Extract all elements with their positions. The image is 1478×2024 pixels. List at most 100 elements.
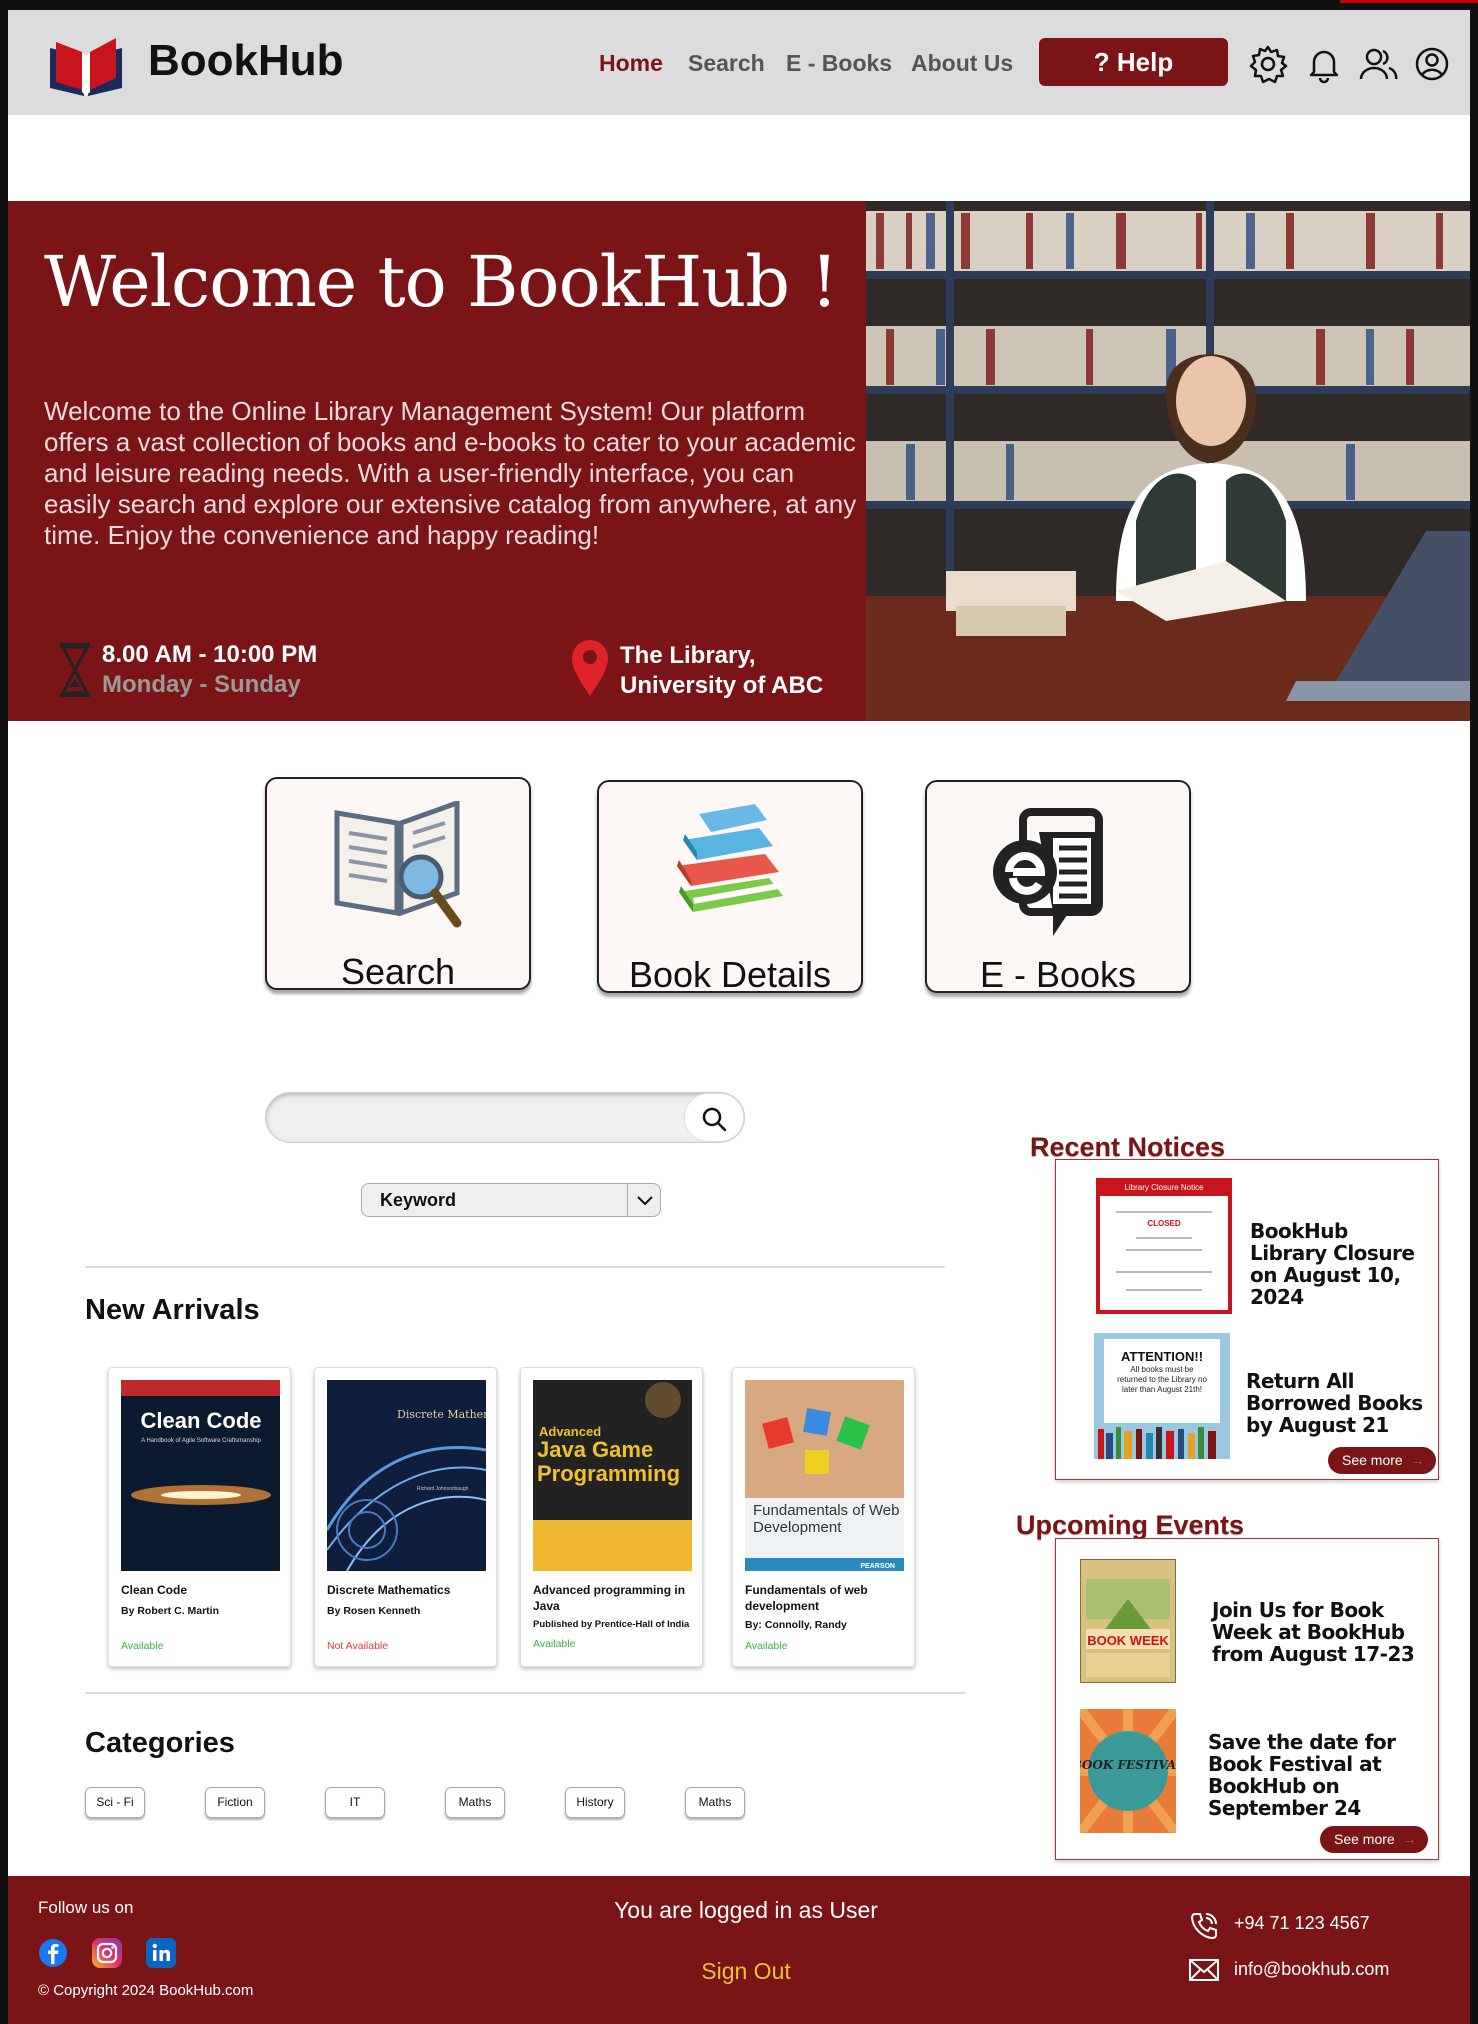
categories-title: Categories bbox=[85, 1727, 235, 1759]
attention-notice-poster[interactable]: ATTENTION!! All books must be returned t… bbox=[1094, 1333, 1230, 1459]
book-author: By Rosen Kenneth bbox=[327, 1605, 421, 1617]
user-profile-icon[interactable] bbox=[1412, 44, 1452, 84]
top-accent-line bbox=[1340, 0, 1478, 3]
arrow-right-icon: → bbox=[1402, 1831, 1417, 1847]
cover-title: Clean Code bbox=[140, 1408, 261, 1433]
search-filter-select[interactable]: Keyword bbox=[361, 1183, 661, 1217]
event-text-book-week[interactable]: Join Us for Book Week at BookHub from Au… bbox=[1212, 1599, 1432, 1665]
search-icon bbox=[702, 1107, 727, 1132]
location-pin-icon bbox=[572, 640, 608, 696]
book-logo-icon[interactable] bbox=[46, 34, 126, 98]
category-maths[interactable]: Maths bbox=[445, 1787, 505, 1818]
divider bbox=[85, 1692, 965, 1694]
book-title: Fundamentals of web development bbox=[745, 1583, 868, 1613]
search-button[interactable] bbox=[684, 1093, 744, 1142]
logged-in-status: You are logged in as User bbox=[614, 1897, 878, 1923]
see-more-label: See more bbox=[1334, 1831, 1395, 1847]
nav-ebooks[interactable]: E - Books bbox=[786, 50, 892, 77]
see-more-label: See more bbox=[1342, 1452, 1403, 1468]
book-status: Available bbox=[745, 1640, 788, 1652]
book-title: Discrete Mathematics bbox=[327, 1583, 451, 1597]
hero-panel: Welcome to BookHub ! Welcome to the Onli… bbox=[8, 201, 866, 721]
brand-name[interactable]: BookHub bbox=[148, 36, 344, 86]
location-line-1: The Library, bbox=[620, 642, 756, 669]
linkedin-icon[interactable] bbox=[146, 1938, 176, 1968]
phone-icon bbox=[1190, 1913, 1217, 1940]
feature-label-search: Search bbox=[340, 951, 456, 992]
cover-title: Discrete Mathematics bbox=[397, 1408, 486, 1421]
mail-icon bbox=[1189, 1959, 1219, 1981]
category-scifi[interactable]: Sci - Fi bbox=[85, 1787, 145, 1818]
book-card-clean-code[interactable]: Clean Code A Handbook of Agile Software … bbox=[108, 1367, 291, 1667]
nav-search[interactable]: Search bbox=[688, 50, 765, 77]
book-status: Not Available bbox=[327, 1640, 389, 1652]
bell-icon[interactable] bbox=[1304, 44, 1344, 84]
feature-label-book-details: Book Details bbox=[628, 954, 832, 995]
new-arrivals-title: New Arrivals bbox=[85, 1294, 260, 1326]
cover-title: Java Game Programming bbox=[537, 1438, 681, 1486]
notices-see-more-button[interactable]: See more → bbox=[1328, 1447, 1436, 1474]
page: BookHub Home Search E - Books About Us ?… bbox=[8, 10, 1470, 2024]
nav-home[interactable]: Home bbox=[599, 50, 663, 77]
book-card-advanced-java[interactable]: Advanced Java Game Programming Advanced … bbox=[520, 1367, 703, 1667]
hero-description: Welcome to the Online Library Management… bbox=[44, 396, 857, 550]
book-week-poster[interactable]: BOOK WEEK bbox=[1080, 1559, 1176, 1683]
location-line-2: University of ABC bbox=[620, 672, 824, 699]
book-cover-java-game-programming: Advanced Java Game Programming bbox=[533, 1380, 692, 1571]
hero-banner: Welcome to BookHub ! Welcome to the Onli… bbox=[8, 201, 1470, 721]
event-text-book-festival[interactable]: Save the date for Book Festival at BookH… bbox=[1208, 1731, 1430, 1819]
instagram-icon[interactable] bbox=[92, 1938, 122, 1968]
feature-card-ebooks[interactable]: E - Books bbox=[925, 780, 1191, 995]
chevron-down-icon bbox=[637, 1196, 653, 1206]
category-it[interactable]: IT bbox=[325, 1787, 385, 1818]
sign-out-link[interactable]: Sign Out bbox=[608, 1958, 884, 1985]
category-fiction[interactable]: Fiction bbox=[205, 1787, 265, 1818]
cover-subtitle: Richard Johnsonbaugh bbox=[417, 1486, 469, 1492]
hero-title: Welcome to BookHub ! bbox=[44, 241, 838, 323]
copyright-text: © Copyright 2024 BookHub.com bbox=[38, 1982, 254, 1999]
poster-heading: Library Closure Notice bbox=[1124, 1183, 1204, 1192]
follow-us-label: Follow us on bbox=[38, 1898, 134, 1917]
search-input[interactable] bbox=[265, 1092, 745, 1143]
feature-card-book-details[interactable]: Book Details bbox=[597, 780, 863, 995]
book-title: Advanced programming in Java bbox=[533, 1583, 686, 1613]
book-publisher: Published by Prentice-Hall of India bbox=[533, 1619, 690, 1630]
select-dropdown-button[interactable] bbox=[627, 1183, 661, 1217]
notice-text-return-books[interactable]: Return All Borrowed Books by August 21 bbox=[1246, 1370, 1426, 1436]
arrow-right-icon: → bbox=[1410, 1452, 1425, 1468]
contact-email[interactable]: info@bookhub.com bbox=[1234, 1959, 1389, 1980]
poster-heading: ATTENTION!! bbox=[1121, 1349, 1203, 1364]
notice-text-closure[interactable]: BookHub Library Closure on August 10, 20… bbox=[1250, 1220, 1430, 1308]
category-maths-2[interactable]: Maths bbox=[685, 1787, 745, 1818]
help-button[interactable]: ? Help bbox=[1039, 38, 1228, 86]
feature-label-ebooks: E - Books bbox=[979, 954, 1137, 995]
book-author: By: Connolly, Randy bbox=[745, 1619, 847, 1631]
cover-title: Fundamentals of Web Development bbox=[753, 1502, 900, 1536]
users-icon[interactable] bbox=[1358, 44, 1398, 84]
contact-phone[interactable]: +94 71 123 4567 bbox=[1234, 1913, 1370, 1934]
gear-icon[interactable] bbox=[1248, 44, 1288, 84]
cover-subtitle: A Handbook of Agile Software Craftsmansh… bbox=[141, 1438, 261, 1444]
events-see-more-button[interactable]: See more → bbox=[1320, 1826, 1428, 1853]
facebook-icon[interactable] bbox=[38, 1938, 68, 1968]
events-panel: BOOK WEEK Join Us for Book Week at BookH… bbox=[1055, 1538, 1439, 1860]
book-card-web-development[interactable]: Fundamentals of Web Development PEARSON … bbox=[732, 1367, 915, 1667]
header: BookHub Home Search E - Books About Us ?… bbox=[8, 10, 1470, 115]
book-card-discrete-mathematics[interactable]: Discrete Mathematics Richard Johnsonbaug… bbox=[314, 1367, 497, 1667]
closure-notice-poster[interactable]: Library Closure Notice CLOSED bbox=[1096, 1178, 1232, 1314]
opening-hours: 8.00 AM - 10:00 PM bbox=[102, 641, 318, 668]
poster-body: All books must be returned to the Librar… bbox=[1117, 1365, 1207, 1394]
book-cover-discrete-mathematics: Discrete Mathematics Richard Johnsonbaug… bbox=[327, 1380, 486, 1571]
ebook-icon bbox=[993, 808, 1103, 936]
nav-about-us[interactable]: About Us bbox=[911, 50, 1013, 77]
library-student-photo bbox=[866, 201, 1470, 721]
poster-title: BOOK WEEK bbox=[1087, 1633, 1169, 1648]
poster-closed: CLOSED bbox=[1147, 1219, 1181, 1228]
book-author: By Robert C. Martin bbox=[121, 1605, 220, 1617]
book-stack-icon bbox=[677, 804, 783, 912]
category-history[interactable]: History bbox=[565, 1787, 625, 1818]
book-cover-clean-code: Clean Code A Handbook of Agile Software … bbox=[121, 1380, 280, 1571]
book-festival-poster[interactable]: BOOK FESTIVAL bbox=[1080, 1709, 1176, 1833]
feature-card-search[interactable]: Search bbox=[265, 777, 531, 992]
footer: Follow us on © Copyright 2024 BookHub.co… bbox=[8, 1876, 1470, 2024]
